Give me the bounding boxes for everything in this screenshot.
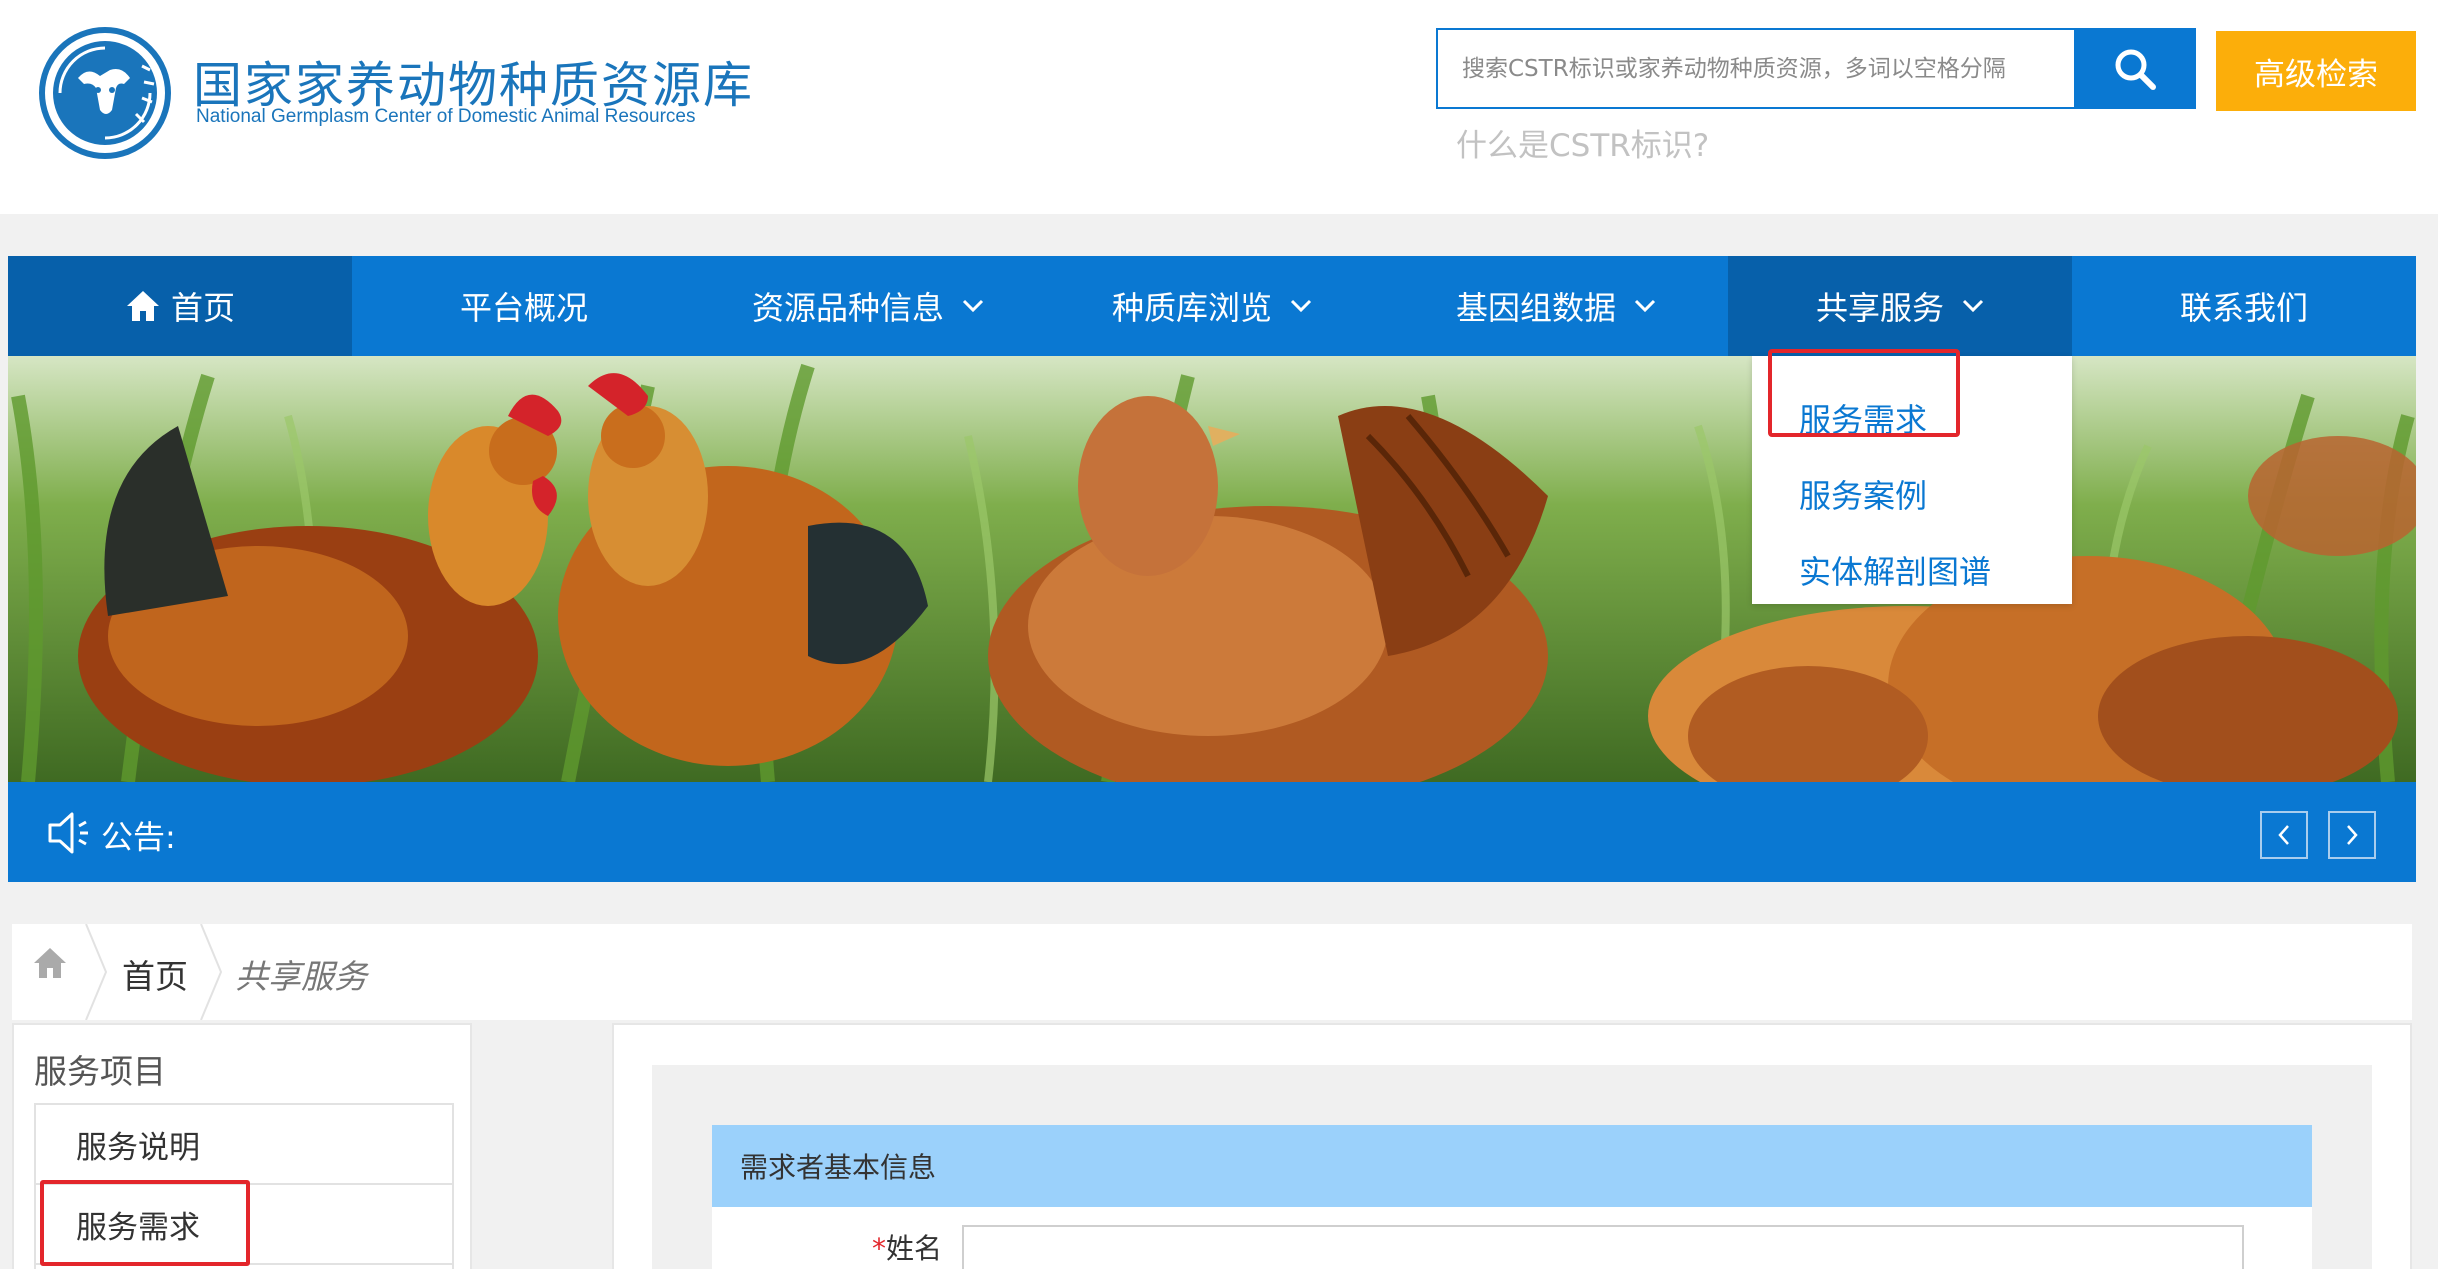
name-input[interactable] (962, 1225, 2244, 1269)
breadcrumb: 首页 共享服务 (12, 924, 2412, 1020)
requester-info-card: 需求者基本信息 *姓名 (712, 1125, 2312, 1269)
sidebar-title: 服务项目 (34, 1052, 166, 1091)
sidebar: 服务项目 服务说明 服务需求 (12, 1023, 472, 1269)
notice-prev-button[interactable] (2260, 811, 2308, 859)
sidebar-item-service-description[interactable]: 服务说明 (36, 1105, 452, 1185)
chevron-down-icon (1290, 299, 1312, 313)
dropdown-item-service-request[interactable]: 服务需求 (1752, 380, 2072, 456)
nav-item-genome-data[interactable]: 基因组数据 (1384, 256, 1728, 356)
speaker-icon (48, 812, 88, 854)
sidebar-item-service-request[interactable]: 服务需求 (36, 1185, 452, 1265)
chevron-down-icon (962, 299, 984, 313)
cstr-help-link[interactable]: 什么是CSTR标识? (1456, 120, 1709, 165)
home-icon (126, 291, 159, 321)
chevron-down-icon (1962, 299, 1984, 313)
main-nav: 首页 平台概况 资源品种信息 种质库浏览 基因组数据 共享服务 联系我们 (8, 256, 2416, 356)
breadcrumb-current: 共享服务 (235, 957, 367, 996)
breadcrumb-separator (200, 924, 223, 1020)
form-section-title: 需求者基本信息 (712, 1125, 2312, 1207)
nav-item-label: 种质库浏览 (1111, 289, 1272, 327)
nav-item-label: 平台概况 (459, 289, 588, 327)
form-container: 需求者基本信息 *姓名 (652, 1065, 2372, 1269)
name-field-label: *姓名 (872, 1227, 942, 1267)
nav-item-label: 联系我们 (2179, 289, 2308, 327)
nav-item-label: 共享服务 (1815, 289, 1944, 327)
chevron-left-icon (2278, 825, 2289, 845)
nav-item-label: 基因组数据 (1455, 289, 1616, 327)
site-logo[interactable] (38, 26, 172, 160)
shared-services-dropdown: 服务需求 服务案例 实体解剖图谱 (1752, 356, 2072, 604)
search-input[interactable] (1438, 30, 2074, 107)
breadcrumb-home-link[interactable]: 首页 (122, 950, 188, 998)
required-mark: * (872, 1232, 886, 1265)
search-button[interactable] (2074, 28, 2196, 109)
main-content: 需求者基本信息 *姓名 (612, 1023, 2412, 1269)
search-icon (2115, 49, 2156, 90)
nav-item-home[interactable]: 首页 (8, 256, 352, 356)
site-title-en: National Germplasm Center of Domestic An… (196, 106, 696, 127)
nav-item-breed-info[interactable]: 资源品种信息 (696, 256, 1040, 356)
name-label-text: 姓名 (886, 1232, 943, 1265)
nav-item-label: 资源品种信息 (751, 289, 944, 327)
notice-bar: 公告: (8, 782, 2416, 882)
dropdown-item-service-cases[interactable]: 服务案例 (1752, 456, 2072, 532)
sidebar-list: 服务说明 服务需求 (34, 1103, 454, 1269)
notice-label: 公告: (101, 818, 176, 856)
dropdown-item-anatomy-atlas[interactable]: 实体解剖图谱 (1752, 532, 2072, 608)
breadcrumb-separator (85, 924, 108, 1020)
nav-item-shared-services[interactable]: 共享服务 (1728, 256, 2072, 356)
chevron-down-icon (1634, 299, 1656, 313)
nav-item-label: 首页 (170, 289, 235, 327)
nav-item-contact[interactable]: 联系我们 (2072, 256, 2416, 356)
advanced-search-button[interactable]: 高级检索 (2216, 31, 2416, 111)
nav-item-germplasm-browse[interactable]: 种质库浏览 (1040, 256, 1384, 356)
chevron-right-icon (2347, 825, 2358, 845)
site-header: 国家家养动物种质资源库 National Germplasm Center of… (0, 0, 2438, 214)
home-icon[interactable] (32, 946, 68, 980)
search-box (1436, 28, 2076, 109)
nav-item-overview[interactable]: 平台概况 (352, 256, 696, 356)
notice-next-button[interactable] (2328, 811, 2376, 859)
